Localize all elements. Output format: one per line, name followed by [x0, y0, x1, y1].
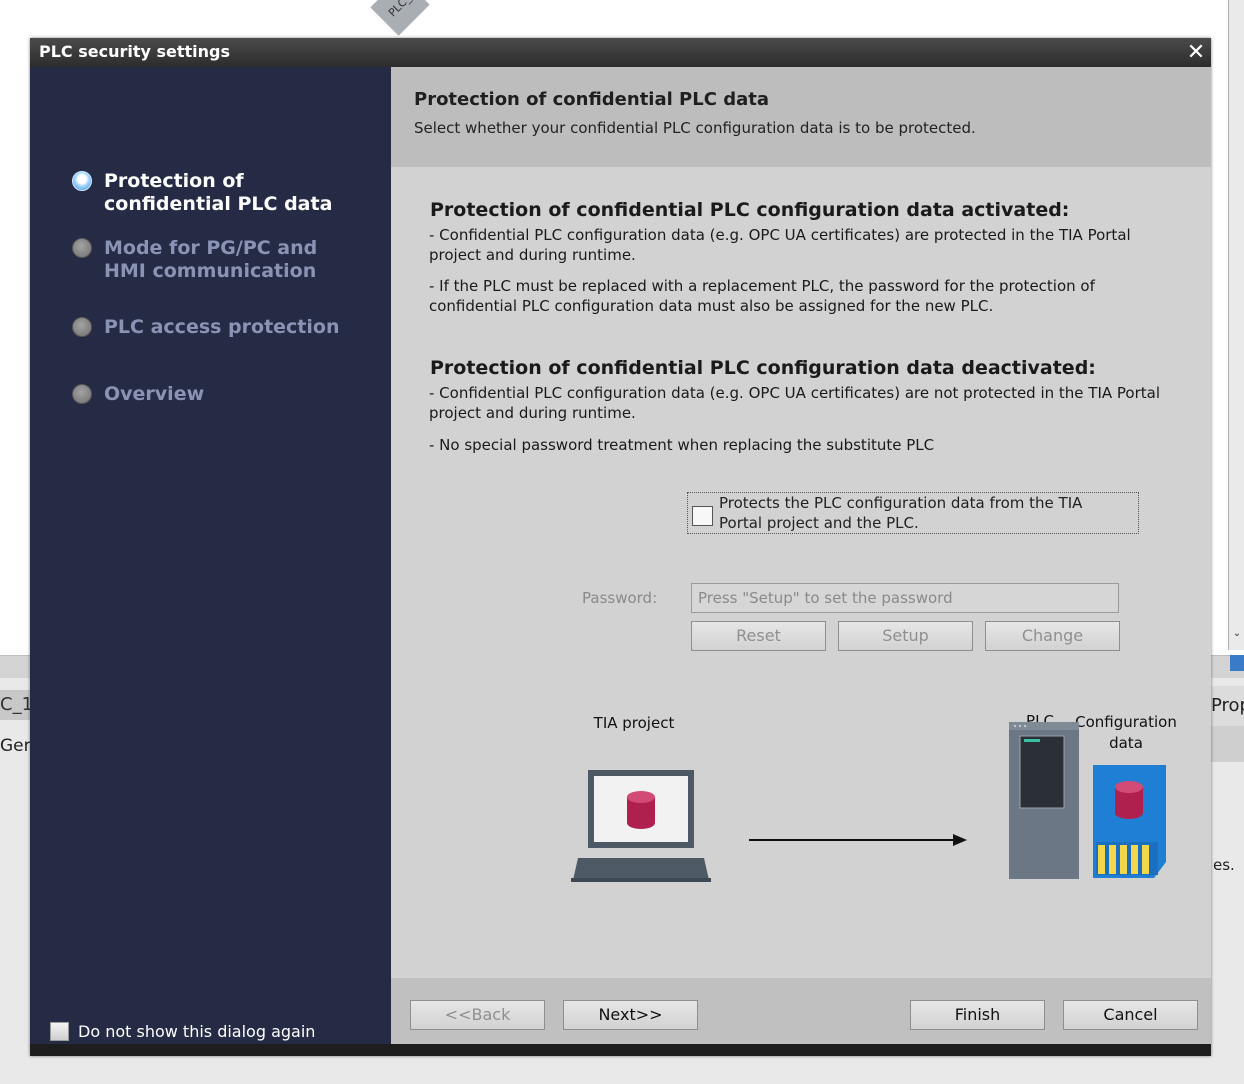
- background-right-strip: [1211, 726, 1244, 762]
- plc-device-icon: [1009, 722, 1079, 879]
- dialog-bottom-bar: [30, 1044, 1211, 1056]
- background-tab-properties-label: Prop: [1211, 695, 1244, 716]
- page-header: Protection of confidential PLC data Sele…: [391, 67, 1211, 167]
- page-title: Protection of confidential PLC data: [414, 89, 769, 110]
- radio-inactive-icon: [72, 317, 92, 337]
- nav-item-access[interactable]: PLC access protection: [72, 316, 349, 339]
- dont-show-again-label: Do not show this dialog again: [78, 1022, 316, 1041]
- close-icon: ✕: [1186, 40, 1206, 65]
- transfer-diagram: [571, 722, 1166, 882]
- page-content: Protection of confidential PLC configura…: [391, 167, 1211, 978]
- radio-active-icon: [72, 171, 92, 191]
- close-button[interactable]: ✕: [1183, 40, 1209, 65]
- checkbox-icon: [50, 1022, 69, 1041]
- dont-show-again-checkbox[interactable]: Do not show this dialog again: [50, 1022, 315, 1041]
- nav-item-label: Overview: [104, 383, 205, 405]
- arrow-right-icon: [749, 834, 967, 846]
- wizard-footer: <<Back Next>> Finish Cancel: [391, 978, 1211, 1044]
- nav-item-overview[interactable]: Overview: [72, 383, 349, 406]
- next-button[interactable]: Next>>: [563, 1000, 698, 1030]
- background-tab-properties[interactable]: Prop: [1211, 686, 1244, 726]
- cancel-button[interactable]: Cancel: [1063, 1000, 1198, 1030]
- plc-tag: PLC_: [370, 0, 430, 36]
- nav-item-label: PLC access protection: [104, 316, 340, 338]
- dialog-title: PLC security settings: [39, 42, 231, 61]
- nav-item-label: Protection of confidential PLC data: [104, 170, 333, 215]
- database-icon: [627, 791, 655, 829]
- background-scrollbar[interactable]: [1228, 0, 1244, 650]
- sd-card-icon: [1093, 765, 1166, 878]
- plc-security-dialog: PLC security settings ✕ Protection of co…: [30, 38, 1211, 1056]
- background-tab[interactable]: C_1: [0, 690, 30, 720]
- background-right-text: es.: [1213, 856, 1235, 874]
- nav-item-label: Mode for PG/PC and HMI communication: [104, 237, 318, 282]
- radio-inactive-icon: [72, 238, 92, 258]
- background-tab-general[interactable]: Ger: [0, 732, 30, 760]
- panel-icon[interactable]: [1230, 655, 1244, 671]
- page-subtitle: Select whether your confidential PLC con…: [414, 119, 976, 137]
- plc-tag-text: PLC_: [385, 0, 414, 20]
- back-button[interactable]: <<Back: [410, 1000, 545, 1030]
- background-tab-general-label: Ger: [0, 736, 30, 756]
- dialog-titlebar: PLC security settings ✕: [30, 38, 1211, 67]
- scroll-down-icon[interactable]: ⌄: [1230, 628, 1244, 644]
- finish-button[interactable]: Finish: [910, 1000, 1045, 1030]
- wizard-nav: Protection of confidential PLC data Mode…: [30, 67, 391, 1044]
- radio-inactive-icon: [72, 384, 92, 404]
- nav-item-protection[interactable]: Protection of confidential PLC data: [72, 170, 349, 216]
- nav-item-mode[interactable]: Mode for PG/PC and HMI communication: [72, 237, 349, 283]
- background-tab-label: C_1: [0, 694, 30, 715]
